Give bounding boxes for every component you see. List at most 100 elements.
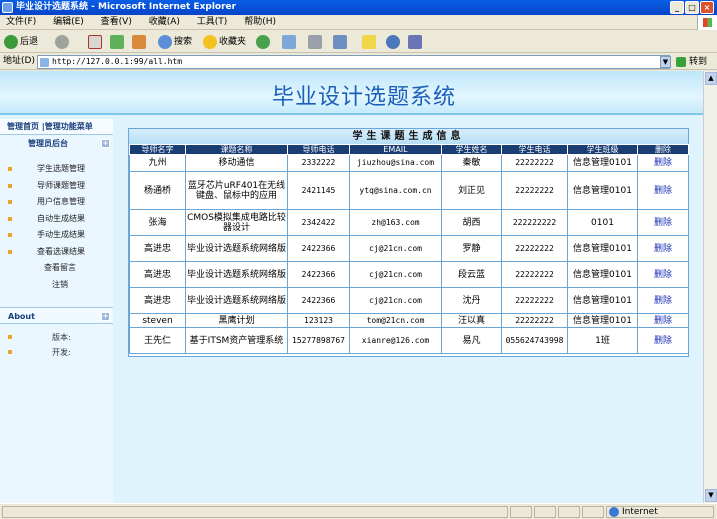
window-titlebar: 毕业设计选题系统 - Microsoft Internet Explorer _… [0, 0, 717, 15]
sidebar-item-logout[interactable]: 注销 [0, 277, 113, 294]
cell-advisor: 杨通桥 [129, 171, 186, 210]
sidebar: 管理首页 |管理功能菜单 管理员后台 + 学生选题管理 导师课题管理 用户信息管… [0, 119, 113, 503]
maximize-button[interactable]: □ [685, 1, 699, 14]
refresh-button[interactable] [110, 34, 126, 50]
sidebar-item-label: 导师课题管理 [37, 180, 85, 190]
delete-link[interactable]: 删除 [637, 154, 689, 172]
windows-logo-icon [697, 15, 717, 30]
cell-email: tom@21cn.com [349, 313, 442, 328]
collapse-icon[interactable]: + [101, 139, 110, 148]
menu-edit[interactable]: 编辑(E) [53, 15, 84, 30]
address-dropdown-icon[interactable]: ▼ [660, 56, 671, 68]
delete-link[interactable]: 删除 [637, 313, 689, 328]
table-row: 九州 移动通信 2332222 jiuzhou@sina.com 秦敏 2222… [129, 154, 689, 172]
about-header: About + [0, 307, 113, 324]
scroll-down-icon[interactable]: ▼ [705, 489, 717, 502]
sidebar-item-label: 查看选课结果 [37, 246, 85, 256]
version-label: 版本: [52, 333, 71, 342]
window-title: 毕业设计选题系统 - Microsoft Internet Explorer [16, 2, 237, 12]
vertical-scrollbar[interactable]: ▲ ▼ [703, 71, 717, 503]
cell-class: 信息管理0101 [567, 154, 638, 172]
forward-arrow-icon [55, 34, 69, 49]
sidebar-item-user-info[interactable]: 用户信息管理 [0, 194, 113, 211]
cell-email: jiuzhou@sina.com [349, 154, 442, 172]
table-row: 高进忠 毕业设计选题系统网络版 2422366 cj@21cn.com 段云蓝 … [129, 261, 689, 288]
toolbar: 后退 搜索 收藏夹 [0, 31, 717, 53]
messenger-button[interactable] [386, 34, 402, 50]
cell-advisor: 高进忠 [129, 287, 186, 314]
cell-student: 刘正见 [441, 171, 502, 210]
folder-icon [362, 34, 376, 49]
edit-button[interactable] [333, 34, 349, 50]
delete-link[interactable]: 删除 [637, 209, 689, 236]
menu-help[interactable]: 帮助(H) [244, 15, 276, 30]
sidebar-item-student-topics[interactable]: 学生选题管理 [0, 161, 113, 178]
cell-email: cj@21cn.com [349, 261, 442, 288]
refresh-icon [110, 34, 124, 49]
mail-button[interactable] [282, 34, 298, 50]
results-table: 导师名字 课题名称 导师电话 EMAIL 学生姓名 学生电话 学生班级 删除 九… [129, 144, 689, 354]
cell-advisor-phone: 2332222 [287, 154, 350, 172]
stop-button[interactable] [88, 34, 104, 50]
cell-student-phone: 22222222 [501, 261, 568, 288]
delete-link[interactable]: 删除 [637, 235, 689, 262]
cell-advisor: 九州 [129, 154, 186, 172]
back-arrow-icon [4, 34, 18, 49]
sidebar-item-label: 手动生成结果 [37, 230, 85, 239]
address-input[interactable]: http://127.0.0.1:99/all.htm [37, 55, 670, 69]
menu-file[interactable]: 文件(F) [6, 15, 36, 30]
close-button[interactable]: × [700, 1, 714, 14]
star-icon [203, 34, 217, 49]
menu-tools[interactable]: 工具(T) [197, 15, 228, 30]
search-button[interactable]: 搜索 [158, 34, 192, 50]
cell-email: ytq@sina.com.cn [349, 171, 442, 210]
menu-favorites[interactable]: 收藏(A) [149, 15, 180, 30]
media-button[interactable] [256, 34, 272, 50]
sidebar-item-manual-generate[interactable]: 手动生成结果 [0, 227, 113, 244]
col-student-name: 学生姓名 [441, 144, 502, 155]
cell-student: 沈丹 [441, 287, 502, 314]
cell-class: 1班 [567, 327, 638, 354]
favorites-button[interactable]: 收藏夹 [203, 34, 246, 50]
expand-icon[interactable]: + [101, 312, 110, 321]
sidebar-item-auto-generate[interactable]: 自动生成结果 [0, 211, 113, 228]
discuss-button[interactable] [362, 34, 378, 50]
print-button[interactable] [308, 34, 324, 50]
cell-class: 信息管理0101 [567, 235, 638, 262]
cell-student-phone: 22222222 [501, 287, 568, 314]
site-banner: 毕业设计选题系统 [0, 71, 703, 115]
bullet-icon [8, 216, 12, 221]
delete-link[interactable]: 删除 [637, 287, 689, 314]
cell-advisor-phone: 2342422 [287, 209, 350, 236]
home-button[interactable] [132, 34, 148, 50]
search-icon [158, 34, 172, 49]
cell-student: 汪以真 [441, 313, 502, 328]
delete-link[interactable]: 删除 [637, 171, 689, 210]
cell-student-phone: 22222222 [501, 235, 568, 262]
cell-advisor-phone: 2422366 [287, 235, 350, 262]
edit-icon [333, 34, 347, 49]
cell-advisor-phone: 2421145 [287, 171, 350, 210]
bullet-icon [8, 249, 12, 254]
back-button[interactable]: 后退 [4, 34, 38, 50]
cell-advisor: 高进忠 [129, 261, 186, 288]
research-button[interactable] [408, 34, 424, 50]
cell-topic: 蓝牙芯片uRF401在无线键盘、鼠标中的应用 [185, 171, 288, 210]
menu-view[interactable]: 查看(V) [101, 15, 132, 30]
cell-advisor: 张海 [129, 209, 186, 236]
sidebar-item-messages[interactable]: 查看留言 [0, 260, 113, 277]
delete-link[interactable]: 删除 [637, 261, 689, 288]
sidebar-item-view-results[interactable]: 查看选课结果 [0, 244, 113, 261]
sidebar-item-advisor-topics[interactable]: 导师课题管理 [0, 178, 113, 195]
status-segment [510, 506, 532, 518]
col-student-phone: 学生电话 [501, 144, 568, 155]
sidebar-top-links[interactable]: 管理首页 |管理功能菜单 [0, 119, 113, 135]
scroll-up-icon[interactable]: ▲ [705, 72, 717, 85]
messenger-icon [386, 34, 400, 49]
cell-topic: 移动通信 [185, 154, 288, 172]
cell-email: xianre@126.com [349, 327, 442, 354]
delete-link[interactable]: 删除 [637, 327, 689, 354]
minimize-button[interactable]: _ [670, 1, 684, 14]
forward-button[interactable] [55, 34, 71, 50]
go-button[interactable]: 转到 [675, 55, 707, 69]
